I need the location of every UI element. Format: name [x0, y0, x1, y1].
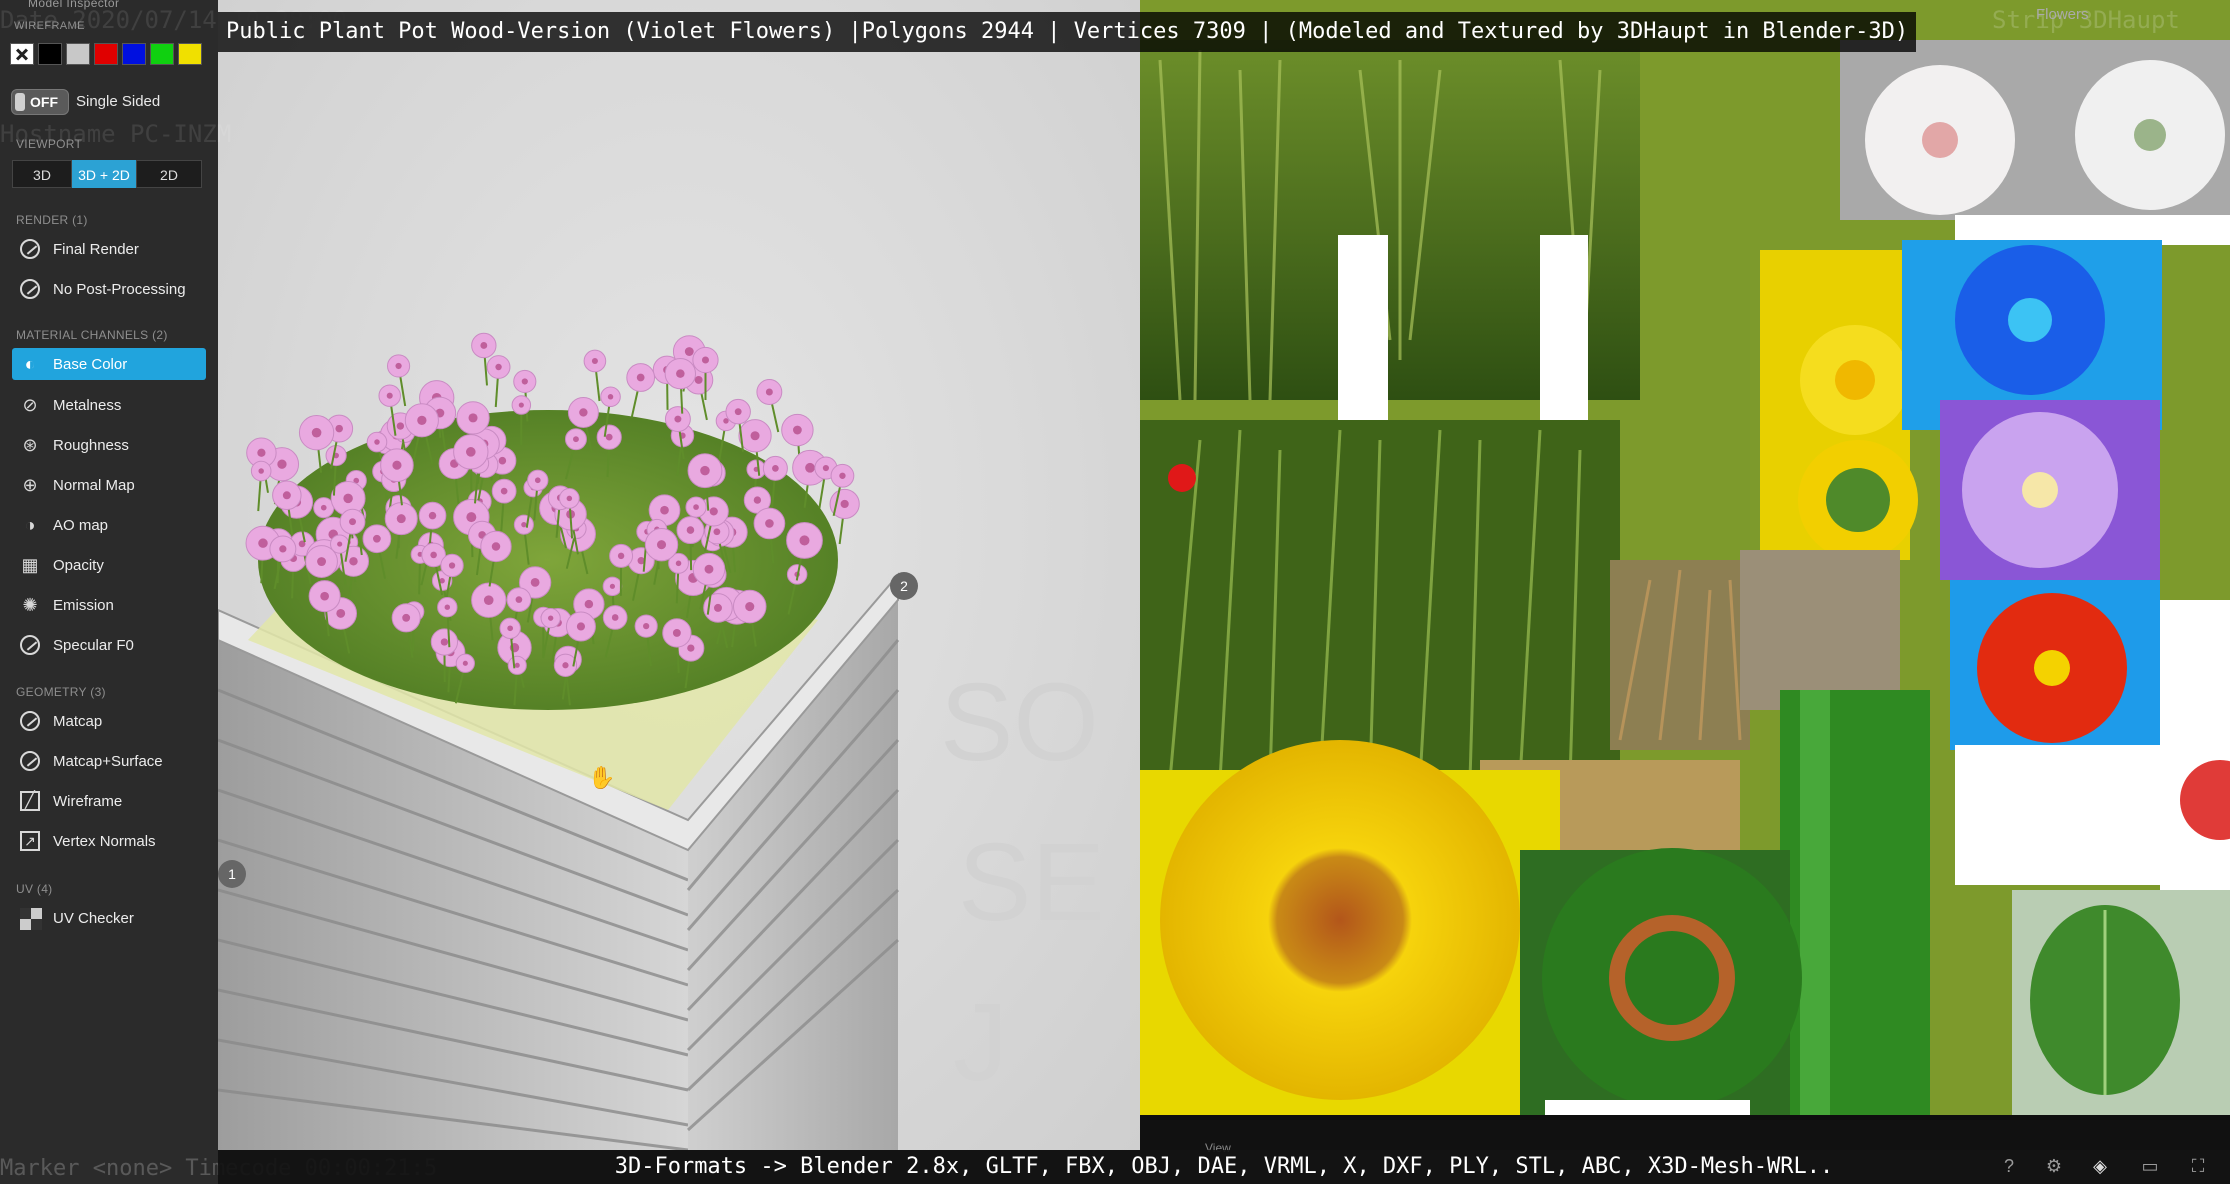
viewport-3d-button[interactable]: 3D [12, 160, 72, 188]
item-label: No Post-Processing [53, 280, 186, 298]
item-label: Specular F0 [53, 636, 134, 654]
svg-text:SE: SE [958, 821, 1105, 944]
metalness-icon: ⊘ [22, 395, 38, 415]
vertex-normals-icon: ↗ [17, 828, 43, 854]
material-specular-f0[interactable]: Specular F0 [12, 629, 206, 661]
toggle-knob [15, 93, 25, 111]
geometry-matcap[interactable]: Matcap [12, 705, 206, 737]
geometry-wireframe[interactable]: ╱ Wireframe [12, 785, 206, 817]
item-label: Wireframe [53, 792, 123, 810]
svg-text:✋: ✋ [588, 765, 615, 790]
viewport-3d-2d-button[interactable]: 3D + 2D [72, 160, 136, 188]
item-label: Matcap+Surface [53, 752, 163, 770]
geometry-matcap-surface[interactable]: Matcap+Surface [12, 745, 206, 777]
item-label: AO map [53, 516, 109, 534]
svg-text:J: J [953, 981, 1008, 1104]
uv-section-label: UV (4) [16, 882, 53, 896]
swatch-blue[interactable] [122, 43, 146, 65]
uv-texture-view[interactable] [1140, 0, 2230, 1120]
material-normal-map[interactable]: ⊕ Normal Map [12, 469, 206, 501]
ao-map-icon: ◑ [24, 515, 36, 535]
layers-icon[interactable]: ◈ [2086, 1150, 2114, 1182]
texture-atlas [1140, 0, 2230, 1120]
material-channels-label: Material Channels (2) [16, 328, 168, 342]
matcap-surface-icon [17, 748, 43, 774]
toggle-state: OFF [30, 94, 58, 110]
roughness-icon: ⊛ [22, 435, 38, 455]
uv-checker[interactable]: UV Checker [12, 902, 206, 934]
material-ao-map[interactable]: ◑ AO map [12, 509, 206, 541]
app-root: SO SE J ✋ 1 2 Model Inspector WIREFRAME … [0, 0, 2230, 1184]
item-label: Emission [53, 596, 114, 614]
wireframe-color-swatches [10, 43, 202, 65]
help-icon[interactable]: ? [1995, 1150, 2023, 1182]
item-label: Matcap [53, 712, 103, 730]
render-icon [17, 276, 43, 302]
vr-icon[interactable]: ▭ [2136, 1150, 2164, 1182]
svg-text:SO: SO [940, 661, 1099, 784]
model-title-caption: Public Plant Pot Wood-Version (Violet Fl… [218, 12, 1917, 52]
material-base-color[interactable]: ◐ Base Color [12, 348, 206, 380]
render-icon [17, 236, 43, 262]
render-final-render[interactable]: Final Render [12, 233, 206, 265]
settings-gear-icon[interactable]: ⚙ [2040, 1150, 2068, 1182]
matcap-icon [17, 708, 43, 734]
swatch-green[interactable] [150, 43, 174, 65]
swatch-gray[interactable] [66, 43, 90, 65]
wireframe-icon: ╱ [17, 788, 43, 814]
model-inspector-sidebar: Model Inspector Wireframe OFF Single Sid… [0, 0, 218, 1184]
item-label: Final Render [53, 240, 139, 258]
formats-caption-bar: 3D-Formats -> Blender 2.8x, GLTF, FBX, O… [218, 1150, 2230, 1184]
plant-pot-model: SO SE J ✋ [218, 332, 1105, 1150]
swatch-red[interactable] [94, 43, 118, 65]
geometry-section-label: Geometry (3) [16, 685, 106, 699]
geometry-vertex-normals[interactable]: ↗ Vertex Normals [12, 825, 206, 857]
swatch-none[interactable] [10, 43, 34, 65]
item-label: Metalness [53, 396, 122, 414]
marker-1[interactable]: 1 [218, 860, 246, 888]
render-no-post-processing[interactable]: No Post-Processing [12, 273, 206, 305]
material-emission[interactable]: ✺ Emission [12, 589, 206, 621]
base-color-icon: ◐ [24, 354, 36, 374]
texture-name-label: Flowers [2036, 6, 2089, 23]
ghost-hostname-overlay: Hostname PC-INZM [0, 120, 232, 148]
material-opacity[interactable]: ▦ Opacity [12, 549, 206, 581]
opacity-icon: ▦ [21, 555, 39, 575]
normal-map-icon: ⊕ [22, 475, 38, 495]
viewport-3d[interactable]: SO SE J ✋ 1 2 [218, 0, 1140, 1150]
item-label: Opacity [53, 556, 104, 574]
item-label: Roughness [53, 436, 129, 454]
specular-icon [17, 632, 43, 658]
viewport-2d-button[interactable]: 2D [136, 160, 202, 188]
formats-caption: 3D-Formats -> Blender 2.8x, GLTF, FBX, O… [614, 1154, 1834, 1179]
viewport-mode-selector: 3D 3D + 2D 2D [12, 160, 202, 188]
emission-icon: ✺ [22, 595, 38, 615]
item-label: Vertex Normals [53, 832, 156, 850]
material-metalness[interactable]: ⊘ Metalness [12, 389, 206, 421]
render-section-label: Render (1) [16, 213, 88, 227]
material-roughness[interactable]: ⊛ Roughness [12, 429, 206, 461]
single-sided-label: Single Sided [76, 93, 161, 110]
fullscreen-icon[interactable]: ⛶ [2184, 1150, 2212, 1182]
item-label: Base Color [53, 355, 128, 373]
uv-checker-icon [17, 905, 43, 931]
swatch-black[interactable] [38, 43, 62, 65]
single-sided-toggle[interactable]: OFF [11, 89, 69, 115]
item-label: Normal Map [53, 476, 135, 494]
marker-2[interactable]: 2 [890, 572, 918, 600]
swatch-yellow[interactable] [178, 43, 202, 65]
item-label: UV Checker [53, 909, 134, 927]
